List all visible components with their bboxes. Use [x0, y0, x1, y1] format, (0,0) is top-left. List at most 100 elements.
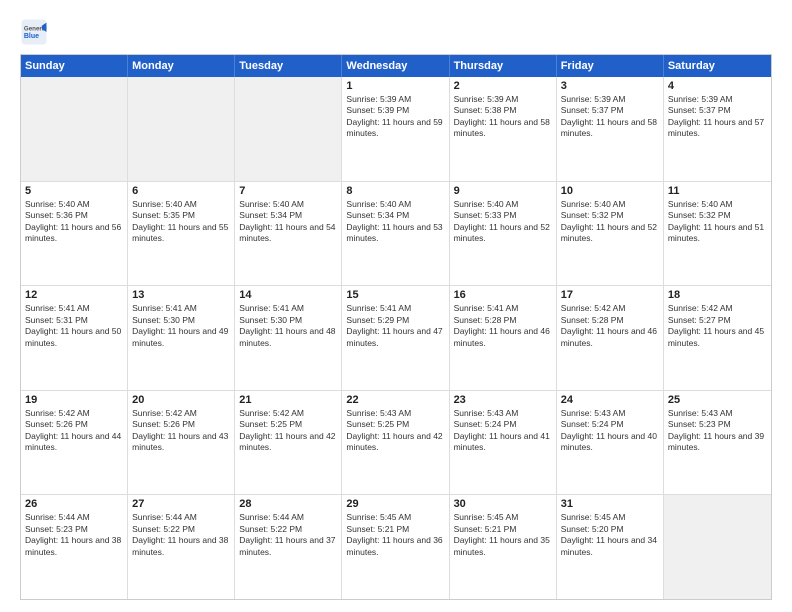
day-number-23: 23 [454, 394, 552, 406]
cell-info-8: Sunrise: 5:40 AMSunset: 5:34 PMDaylight:… [346, 199, 444, 245]
cal-cell-r4-c4: 30 Sunrise: 5:45 AMSunset: 5:21 PMDayligh… [450, 495, 557, 599]
cal-cell-r2-c0: 12 Sunrise: 5:41 AMSunset: 5:31 PMDayligh… [21, 286, 128, 390]
day-number-28: 28 [239, 498, 337, 510]
day-number-19: 19 [25, 394, 123, 406]
cal-cell-r2-c3: 15Sunrise: 5:41 AMSunset: 5:29 PMDayligh… [342, 286, 449, 390]
day-number-5: 5 [25, 185, 123, 197]
cell-info-7: Sunrise: 5:40 AMSunset: 5:34 PMDaylight:… [239, 199, 337, 245]
cell-info-10: Sunrise: 5:40 AMSunset: 5:32 PMDaylight:… [561, 199, 659, 245]
cell-info-5: Sunrise: 5:40 AMSunset: 5:36 PMDaylight:… [25, 199, 123, 245]
cell-info-31: Sunrise: 5:45 AMSunset: 5:20 PMDaylight:… [561, 512, 659, 558]
cal-cell-r0-c1 [128, 77, 235, 181]
cell-info-24: Sunrise: 5:43 AMSunset: 5:24 PMDaylight:… [561, 408, 659, 454]
weekday-header-tuesday: Tuesday [235, 55, 342, 77]
day-number-11: 11 [668, 185, 767, 197]
cal-cell-r2-c6: 18 Sunrise: 5:42 AMSunset: 5:27 PMDayligh… [664, 286, 771, 390]
day-number-18: 18 [668, 289, 767, 301]
cal-cell-r1-c6: 11 Sunrise: 5:40 AMSunset: 5:32 PMDayligh… [664, 182, 771, 286]
cell-info-9: Sunrise: 5:40 AMSunset: 5:33 PMDaylight:… [454, 199, 552, 245]
calendar-body: 1Sunrise: 5:39 AMSunset: 5:39 PMDaylight… [21, 77, 771, 599]
cell-info-11: Sunrise: 5:40 AMSunset: 5:32 PMDaylight:… [668, 199, 767, 245]
cell-info-12: Sunrise: 5:41 AMSunset: 5:31 PMDaylight:… [25, 303, 123, 349]
cal-cell-r3-c2: 21Sunrise: 5:42 AMSunset: 5:25 PMDayligh… [235, 391, 342, 495]
cal-cell-r0-c4: 2 Sunrise: 5:39 AMSunset: 5:38 PMDaylight… [450, 77, 557, 181]
day-number-17: 17 [561, 289, 659, 301]
day-number-6: 6 [132, 185, 230, 197]
cal-cell-r4-c2: 28 Sunrise: 5:44 AMSunset: 5:22 PMDayligh… [235, 495, 342, 599]
calendar-row-3: 19 Sunrise: 5:42 AMSunset: 5:26 PMDayligh… [21, 391, 771, 496]
svg-text:Blue: Blue [24, 33, 39, 40]
day-number-22: 22 [346, 394, 444, 406]
cal-cell-r4-c1: 27Sunrise: 5:44 AMSunset: 5:22 PMDayligh… [128, 495, 235, 599]
cal-cell-r4-c5: 31 Sunrise: 5:45 AMSunset: 5:20 PMDayligh… [557, 495, 664, 599]
day-number-24: 24 [561, 394, 659, 406]
cal-cell-r2-c2: 14 Sunrise: 5:41 AMSunset: 5:30 PMDayligh… [235, 286, 342, 390]
day-number-26: 26 [25, 498, 123, 510]
day-number-4: 4 [668, 80, 767, 92]
cell-info-23: Sunrise: 5:43 AMSunset: 5:24 PMDaylight:… [454, 408, 552, 454]
cal-cell-r4-c6 [664, 495, 771, 599]
cal-cell-r0-c2 [235, 77, 342, 181]
cell-info-22: Sunrise: 5:43 AMSunset: 5:25 PMDaylight:… [346, 408, 444, 454]
day-number-29: 29 [346, 498, 444, 510]
cell-info-1: Sunrise: 5:39 AMSunset: 5:39 PMDaylight:… [346, 94, 444, 140]
day-number-9: 9 [454, 185, 552, 197]
cal-cell-r3-c1: 20 Sunrise: 5:42 AMSunset: 5:26 PMDayligh… [128, 391, 235, 495]
cell-info-28: Sunrise: 5:44 AMSunset: 5:22 PMDaylight:… [239, 512, 337, 558]
calendar-row-4: 26 Sunrise: 5:44 AMSunset: 5:23 PMDayligh… [21, 495, 771, 599]
cell-info-26: Sunrise: 5:44 AMSunset: 5:23 PMDaylight:… [25, 512, 123, 558]
calendar-header: SundayMondayTuesdayWednesdayThursdayFrid… [21, 55, 771, 77]
calendar-row-0: 1Sunrise: 5:39 AMSunset: 5:39 PMDaylight… [21, 77, 771, 182]
cell-info-13: Sunrise: 5:41 AMSunset: 5:30 PMDaylight:… [132, 303, 230, 349]
weekday-header-thursday: Thursday [450, 55, 557, 77]
day-number-14: 14 [239, 289, 337, 301]
day-number-13: 13 [132, 289, 230, 301]
day-number-16: 16 [454, 289, 552, 301]
cell-info-25: Sunrise: 5:43 AMSunset: 5:23 PMDaylight:… [668, 408, 767, 454]
calendar-row-2: 12 Sunrise: 5:41 AMSunset: 5:31 PMDayligh… [21, 286, 771, 391]
cal-cell-r3-c6: 25 Sunrise: 5:43 AMSunset: 5:23 PMDayligh… [664, 391, 771, 495]
cal-cell-r3-c0: 19 Sunrise: 5:42 AMSunset: 5:26 PMDayligh… [21, 391, 128, 495]
page: General Blue SundayMondayTuesdayWednesda… [0, 0, 792, 612]
cell-info-6: Sunrise: 5:40 AMSunset: 5:35 PMDaylight:… [132, 199, 230, 245]
weekday-header-wednesday: Wednesday [342, 55, 449, 77]
weekday-header-saturday: Saturday [664, 55, 771, 77]
cell-info-19: Sunrise: 5:42 AMSunset: 5:26 PMDaylight:… [25, 408, 123, 454]
cell-info-18: Sunrise: 5:42 AMSunset: 5:27 PMDaylight:… [668, 303, 767, 349]
day-number-31: 31 [561, 498, 659, 510]
day-number-3: 3 [561, 80, 659, 92]
cell-info-20: Sunrise: 5:42 AMSunset: 5:26 PMDaylight:… [132, 408, 230, 454]
day-number-12: 12 [25, 289, 123, 301]
calendar-row-1: 5 Sunrise: 5:40 AMSunset: 5:36 PMDaylight… [21, 182, 771, 287]
day-number-2: 2 [454, 80, 552, 92]
cal-cell-r1-c1: 6 Sunrise: 5:40 AMSunset: 5:35 PMDaylight… [128, 182, 235, 286]
cal-cell-r1-c3: 8Sunrise: 5:40 AMSunset: 5:34 PMDaylight… [342, 182, 449, 286]
cell-info-2: Sunrise: 5:39 AMSunset: 5:38 PMDaylight:… [454, 94, 552, 140]
cell-info-15: Sunrise: 5:41 AMSunset: 5:29 PMDaylight:… [346, 303, 444, 349]
cal-cell-r3-c4: 23 Sunrise: 5:43 AMSunset: 5:24 PMDayligh… [450, 391, 557, 495]
day-number-7: 7 [239, 185, 337, 197]
weekday-header-friday: Friday [557, 55, 664, 77]
day-number-21: 21 [239, 394, 337, 406]
header: General Blue [20, 18, 772, 46]
cell-info-30: Sunrise: 5:45 AMSunset: 5:21 PMDaylight:… [454, 512, 552, 558]
cell-info-3: Sunrise: 5:39 AMSunset: 5:37 PMDaylight:… [561, 94, 659, 140]
cell-info-14: Sunrise: 5:41 AMSunset: 5:30 PMDaylight:… [239, 303, 337, 349]
day-number-10: 10 [561, 185, 659, 197]
cal-cell-r0-c6: 4Sunrise: 5:39 AMSunset: 5:37 PMDaylight… [664, 77, 771, 181]
cal-cell-r2-c5: 17Sunrise: 5:42 AMSunset: 5:28 PMDayligh… [557, 286, 664, 390]
cal-cell-r4-c3: 29 Sunrise: 5:45 AMSunset: 5:21 PMDayligh… [342, 495, 449, 599]
day-number-30: 30 [454, 498, 552, 510]
cal-cell-r2-c4: 16 Sunrise: 5:41 AMSunset: 5:28 PMDayligh… [450, 286, 557, 390]
cal-cell-r4-c0: 26 Sunrise: 5:44 AMSunset: 5:23 PMDayligh… [21, 495, 128, 599]
day-number-20: 20 [132, 394, 230, 406]
weekday-header-monday: Monday [128, 55, 235, 77]
day-number-25: 25 [668, 394, 767, 406]
cell-info-27: Sunrise: 5:44 AMSunset: 5:22 PMDaylight:… [132, 512, 230, 558]
cell-info-16: Sunrise: 5:41 AMSunset: 5:28 PMDaylight:… [454, 303, 552, 349]
cell-info-29: Sunrise: 5:45 AMSunset: 5:21 PMDaylight:… [346, 512, 444, 558]
cal-cell-r3-c5: 24 Sunrise: 5:43 AMSunset: 5:24 PMDayligh… [557, 391, 664, 495]
cal-cell-r1-c0: 5 Sunrise: 5:40 AMSunset: 5:36 PMDaylight… [21, 182, 128, 286]
logo: General Blue [20, 18, 52, 46]
cal-cell-r0-c3: 1Sunrise: 5:39 AMSunset: 5:39 PMDaylight… [342, 77, 449, 181]
